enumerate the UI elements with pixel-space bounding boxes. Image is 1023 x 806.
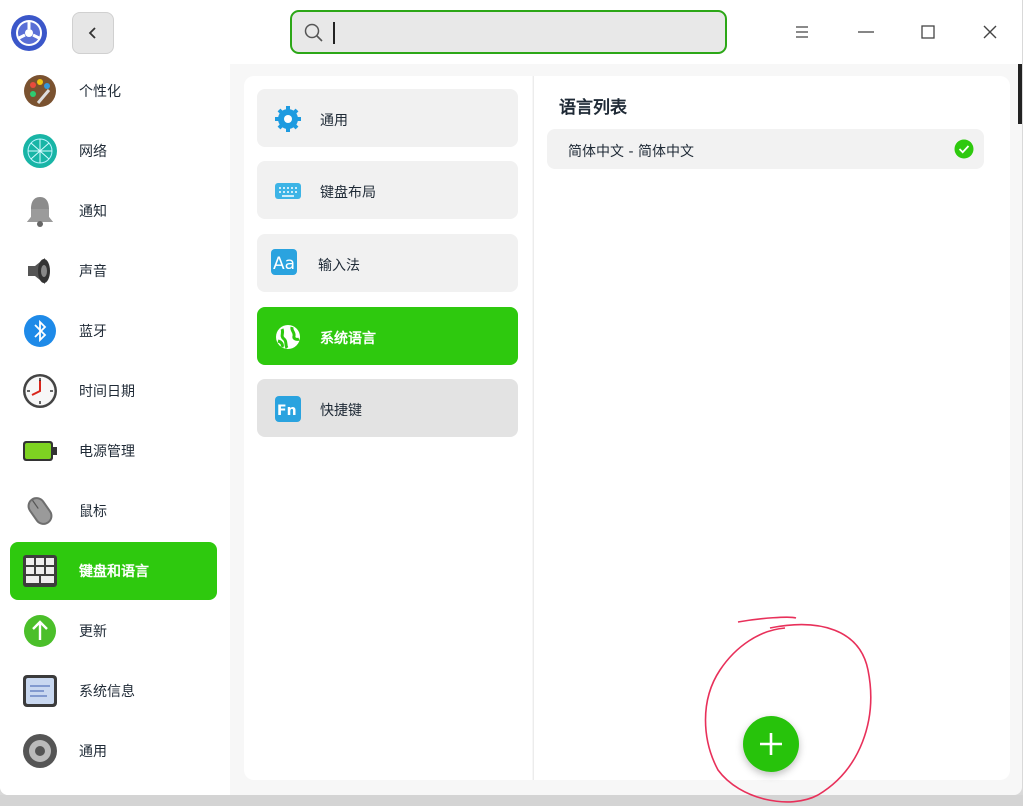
subnav-item-label: 输入法 xyxy=(318,258,360,274)
sidebar-item-bluetooth[interactable]: 蓝牙 xyxy=(10,302,217,360)
gear-icon xyxy=(275,106,301,132)
subnav-item-label: 通用 xyxy=(320,113,348,129)
sidebar-item-label: 网络 xyxy=(79,144,107,160)
system-info-icon xyxy=(23,675,57,707)
language-label: 简体中文 - 简体中文 xyxy=(568,144,694,160)
sidebar-item-keyboard-language[interactable]: 键盘和语言 xyxy=(10,542,217,600)
page-title: 语言列表 xyxy=(559,98,627,118)
keyboard-language-icon xyxy=(23,555,57,587)
sidebar-item-label: 时间日期 xyxy=(79,384,135,400)
network-icon xyxy=(23,134,57,168)
sidebar-item-label: 通知 xyxy=(79,204,107,220)
sidebar-item-label: 通用 xyxy=(79,744,107,760)
notification-bell-icon xyxy=(27,197,53,227)
text-caret xyxy=(333,22,335,44)
subnav-item-shortcuts[interactable]: Fn 快捷键 xyxy=(257,379,518,437)
close-button[interactable] xyxy=(978,20,1002,44)
sidebar-item-datetime[interactable]: 时间日期 xyxy=(10,362,217,420)
control-center-icon xyxy=(10,14,48,52)
sidebar-item-label: 鼠标 xyxy=(79,504,107,520)
add-language-button[interactable] xyxy=(743,716,799,772)
subnav-item-label: 系统语言 xyxy=(320,331,376,347)
update-arrow-icon xyxy=(24,615,56,647)
sidebar: 个性化 网络 通知 声音 蓝牙 时间日期 电源管理 鼠标 键盘和语言 更新 系统… xyxy=(0,64,230,795)
sidebar-item-notification[interactable]: 通知 xyxy=(10,182,217,240)
sidebar-item-mouse[interactable]: 鼠标 xyxy=(10,482,217,540)
sidebar-item-personalization[interactable]: 个性化 xyxy=(10,62,217,120)
hamburger-icon xyxy=(796,26,808,38)
minimize-button[interactable] xyxy=(854,20,878,44)
bluetooth-icon xyxy=(24,315,56,347)
search-input[interactable] xyxy=(332,18,716,48)
mouse-icon xyxy=(27,497,53,525)
search-icon xyxy=(304,23,323,42)
clock-icon xyxy=(23,374,57,408)
sidebar-item-update[interactable]: 更新 xyxy=(10,602,217,660)
input-method-glyph: Aa xyxy=(273,254,295,274)
sidebar-item-label: 声音 xyxy=(79,264,107,280)
sidebar-item-general[interactable]: 通用 xyxy=(10,722,217,780)
general-gear-icon xyxy=(23,734,57,768)
scrollbar-edge xyxy=(1018,64,1022,124)
subnav-item-label: 键盘布局 xyxy=(320,185,376,201)
menu-button[interactable] xyxy=(790,20,814,44)
subnav-item-system-language[interactable]: 系统语言 xyxy=(257,307,518,365)
battery-icon xyxy=(23,441,57,461)
sidebar-item-label: 蓝牙 xyxy=(79,324,107,340)
fn-key-glyph: Fn xyxy=(277,403,297,419)
back-button[interactable] xyxy=(72,12,114,54)
language-row[interactable]: 简体中文 - 简体中文 xyxy=(547,129,984,169)
sidebar-item-label: 电源管理 xyxy=(79,444,135,460)
sidebar-item-system-info[interactable]: 系统信息 xyxy=(10,662,217,720)
sidebar-item-label: 更新 xyxy=(79,624,107,640)
maximize-button[interactable] xyxy=(916,20,940,44)
subnav-item-general[interactable]: 通用 xyxy=(257,89,518,147)
fn-key-icon: Fn xyxy=(275,396,301,422)
personalization-icon xyxy=(24,75,56,107)
sidebar-item-sound[interactable]: 声音 xyxy=(10,242,217,300)
close-icon xyxy=(983,25,997,39)
sidebar-item-network[interactable]: 网络 xyxy=(10,122,217,180)
desktop-strip xyxy=(0,795,1023,806)
control-center-window: 个性化 网络 通知 声音 蓝牙 时间日期 电源管理 鼠标 键盘和语言 更新 系统… xyxy=(0,0,1022,795)
subnav-item-input-method[interactable]: Aa 输入法 xyxy=(257,234,518,292)
search-box[interactable] xyxy=(290,10,727,54)
sidebar-item-power[interactable]: 电源管理 xyxy=(10,422,217,480)
plus-icon xyxy=(760,733,782,755)
sidebar-item-label: 系统信息 xyxy=(79,684,135,700)
subnav-item-label: 快捷键 xyxy=(320,403,362,419)
keyboard-icon xyxy=(275,183,301,199)
minimize-icon xyxy=(858,31,874,33)
sidebar-item-label: 个性化 xyxy=(79,84,121,100)
subnav-item-keyboard-layout[interactable]: 键盘布局 xyxy=(257,161,518,219)
maximize-icon xyxy=(921,25,935,39)
keyboard-language-subnav: 通用 键盘布局 Aa 输入法 系统语言 Fn 快捷键 xyxy=(244,76,532,780)
globe-language-icon xyxy=(276,325,300,349)
checkmark-icon xyxy=(954,139,974,159)
input-method-icon: Aa xyxy=(271,249,297,275)
titlebar xyxy=(0,0,1022,64)
speaker-icon xyxy=(28,258,50,284)
chevron-left-icon xyxy=(88,27,96,39)
sidebar-item-label: 键盘和语言 xyxy=(79,564,149,580)
language-list-panel: 语言列表 简体中文 - 简体中文 xyxy=(533,76,1010,780)
